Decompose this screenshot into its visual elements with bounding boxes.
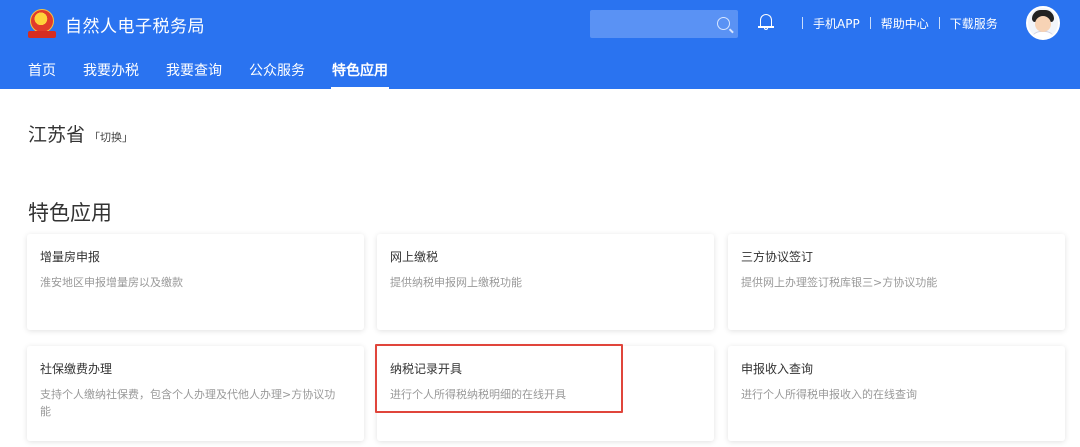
top-bar: 自然人电子税务局 手机APP 帮助中心 下载服务 首页 我要办税 我要查询 公众… [0,0,1080,89]
search-input[interactable] [590,10,738,38]
top-links: 手机APP 帮助中心 下载服务 [792,12,998,34]
help-center-link[interactable]: 帮助中心 [881,15,929,32]
highlight-box [375,344,623,413]
search-icon[interactable] [717,17,730,30]
card-desc: 进行个人所得税申报收入的在线查询 [741,388,917,401]
card-desc: 提供网上办理签订税库银三>方协议功能 [741,276,938,289]
card-tripartite-agreement[interactable]: 三方协议签订 提供网上办理签订税库银三>方协议功能 [728,234,1065,330]
brand[interactable]: 自然人电子税务局 [28,8,205,40]
card-income-query[interactable]: 申报收入查询 进行个人所得税申报收入的在线查询 [728,346,1065,441]
tab-query[interactable]: 我要查询 [166,60,222,89]
province-selector: 江苏省 「切换」 [28,120,133,147]
avatar[interactable] [1026,6,1060,40]
card-title: 增量房申报 [40,250,101,264]
tab-public-services[interactable]: 公众服务 [249,60,305,89]
card-title: 申报收入查询 [741,362,814,376]
switch-province-link[interactable]: 「切换」 [89,129,133,145]
tax-emblem-icon [28,9,56,39]
tab-home[interactable]: 首页 [28,60,56,89]
card-desc: 淮安地区申报增量房以及缴款 [40,276,183,289]
card-social-security[interactable]: 社保缴费办理 支持个人缴纳社保费，包含个人办理及代他人办理>方协议功能 [27,346,364,441]
section-title: 特色应用 [28,201,112,225]
divider [802,17,803,29]
card-online-payment[interactable]: 网上缴税 提供纳税申报网上缴税功能 [377,234,714,330]
tab-featured-apps[interactable]: 特色应用 [331,60,389,89]
app-title: 自然人电子税务局 [65,16,205,37]
card-incremental-housing[interactable]: 增量房申报 淮安地区申报增量房以及缴款 [27,234,364,330]
main-nav: 首页 我要办税 我要查询 公众服务 特色应用 [28,60,415,89]
download-service-link[interactable]: 下载服务 [950,15,998,32]
divider [869,17,871,29]
bell-icon[interactable] [758,14,774,30]
card-title: 社保缴费办理 [40,362,113,376]
divider [938,17,940,29]
card-desc: 提供纳税申报网上缴税功能 [390,276,522,289]
card-desc: 支持个人缴纳社保费，包含个人办理及代他人办理>方协议功能 [40,388,336,418]
card-title: 网上缴税 [390,250,439,264]
card-title: 三方协议签订 [741,250,814,264]
mobile-app-link[interactable]: 手机APP [813,15,860,32]
province-name: 江苏省 [28,124,86,146]
tab-tax-handling[interactable]: 我要办税 [83,60,139,89]
